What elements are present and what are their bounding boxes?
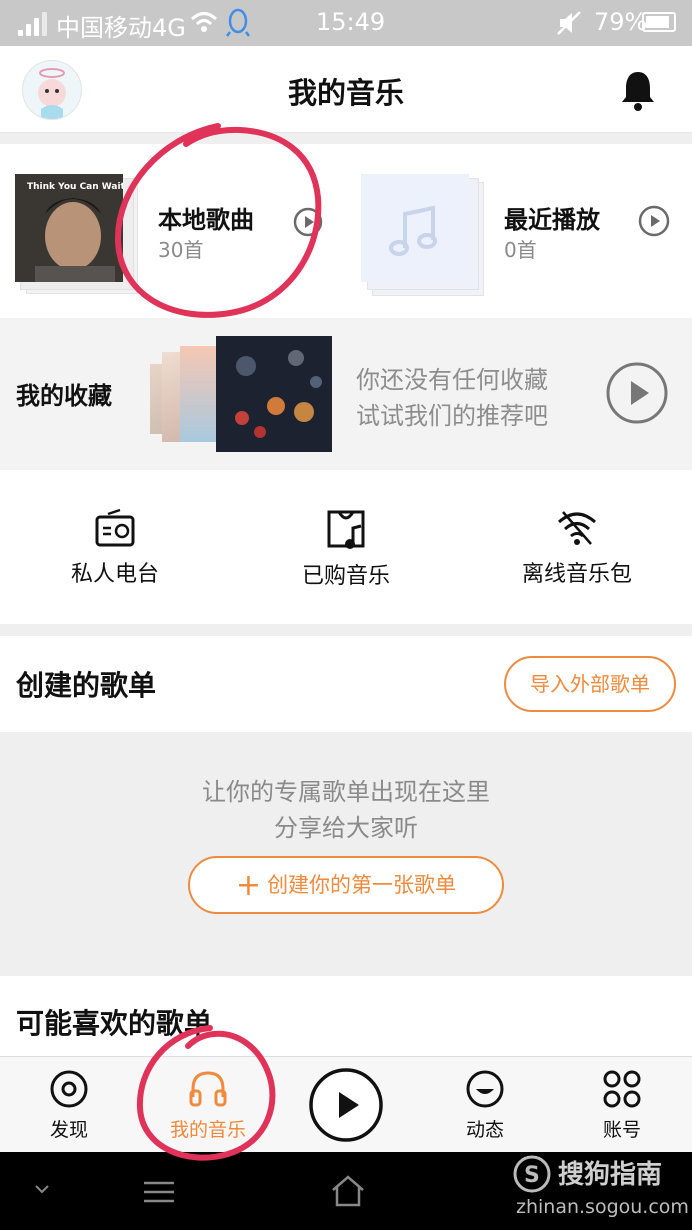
create-playlist-button[interactable]: + 创建你的第一张歌单 bbox=[188, 856, 504, 914]
clock: 15:49 bbox=[316, 8, 386, 36]
play-icon[interactable] bbox=[306, 1065, 386, 1145]
quick-action-label: 离线音乐包 bbox=[521, 562, 632, 587]
album-cover-text: Think You Can Wait bbox=[27, 182, 123, 192]
play-circle-icon[interactable] bbox=[637, 204, 671, 238]
album-cover: Think You Can Wait bbox=[15, 174, 123, 282]
empty-cover bbox=[361, 174, 469, 282]
quick-action-label: 已购音乐 bbox=[301, 564, 390, 589]
chevron-down-icon[interactable] bbox=[34, 1184, 50, 1196]
quick-action-radio[interactable]: 私人电台 bbox=[15, 508, 215, 588]
tab-label: 动态 bbox=[465, 1119, 504, 1141]
mute-icon bbox=[557, 11, 581, 35]
tab-my-music[interactable]: 我的音乐 bbox=[163, 1069, 253, 1142]
menu-icon[interactable] bbox=[142, 1180, 176, 1204]
signal-icon bbox=[18, 12, 48, 36]
local-songs-title: 本地歌曲 bbox=[158, 206, 254, 234]
favorites-card[interactable]: 我的收藏 你还没有任何收藏 试试我们的推荐吧 bbox=[0, 318, 692, 470]
recent-card[interactable]: 最近播放 0首 bbox=[346, 144, 692, 312]
carrier-label: 中国移动4G bbox=[56, 14, 186, 42]
recent-count: 0首 bbox=[504, 238, 537, 262]
bell-icon[interactable] bbox=[618, 68, 658, 112]
page-title: 我的音乐 bbox=[287, 76, 404, 110]
play-circle-icon[interactable] bbox=[604, 360, 670, 426]
purchased-music-icon bbox=[327, 510, 365, 549]
favorites-cover bbox=[216, 336, 332, 452]
import-playlist-button[interactable]: 导入外部歌单 bbox=[504, 656, 676, 712]
favorites-tip-1: 你还没有任何收藏 bbox=[356, 366, 548, 394]
svg-text:S: S bbox=[524, 1163, 540, 1188]
divider bbox=[0, 624, 692, 636]
local-songs-card[interactable]: Think You Can Wait 本地歌曲 30首 bbox=[0, 144, 346, 312]
watermark-name: 搜狗指南 bbox=[558, 1160, 663, 1190]
play-circle-icon[interactable] bbox=[292, 206, 324, 238]
feed-icon bbox=[466, 1070, 504, 1108]
status-bar: 中国移动4G 15:49 79% bbox=[0, 0, 692, 46]
watermark-url: zhinan.sogou.com bbox=[516, 1196, 689, 1218]
wifi-icon bbox=[190, 12, 218, 32]
offline-wifi-icon bbox=[558, 511, 596, 545]
empty-playlist-panel: 让你的专属歌单出现在这里 分享给大家听 + 创建你的第一张歌单 bbox=[0, 732, 692, 964]
tab-discover[interactable]: 发现 bbox=[24, 1069, 114, 1142]
tab-label: 我的音乐 bbox=[169, 1119, 246, 1141]
tab-account[interactable]: 账号 bbox=[577, 1069, 667, 1142]
empty-message-2: 分享给大家听 bbox=[274, 814, 418, 842]
local-songs-count: 30首 bbox=[158, 238, 204, 262]
music-note-icon bbox=[389, 205, 437, 256]
quick-action-label: 私人电台 bbox=[70, 562, 159, 587]
headphones-icon bbox=[189, 1071, 227, 1107]
empty-message-1: 让你的专属歌单出现在这里 bbox=[202, 778, 490, 806]
recent-title: 最近播放 bbox=[504, 206, 600, 234]
create-playlist-label: 创建你的第一张歌单 bbox=[267, 873, 457, 897]
divider bbox=[0, 133, 692, 144]
radio-icon bbox=[95, 508, 135, 547]
quick-action-purchased[interactable]: 已购音乐 bbox=[246, 508, 446, 590]
favorites-title: 我的收藏 bbox=[16, 382, 112, 410]
battery-icon bbox=[642, 12, 676, 32]
section-title-recommended: 可能喜欢的歌单 bbox=[16, 1007, 213, 1040]
plus-icon: + bbox=[235, 868, 262, 903]
qq-icon bbox=[226, 8, 250, 37]
tab-bar: 发现 我的音乐 动态 账号 bbox=[0, 1056, 692, 1153]
section-title-created: 创建的歌单 bbox=[16, 669, 157, 702]
tab-label: 账号 bbox=[602, 1119, 641, 1141]
grid-icon bbox=[603, 1070, 641, 1108]
system-nav-bar: S 搜狗指南 zhinan.sogou.com bbox=[0, 1152, 692, 1230]
tab-label: 发现 bbox=[49, 1119, 88, 1141]
battery-percent: 79% bbox=[594, 8, 648, 36]
discover-icon bbox=[50, 1070, 88, 1108]
watermark-logo: S bbox=[512, 1154, 552, 1198]
quick-action-offline[interactable]: 离线音乐包 bbox=[477, 508, 677, 588]
divider bbox=[0, 964, 692, 976]
favorites-tip-2: 试试我们的推荐吧 bbox=[356, 402, 548, 430]
sogou-logo-icon: S bbox=[513, 1155, 551, 1193]
tab-feed[interactable]: 动态 bbox=[440, 1069, 530, 1142]
header: 我的音乐 bbox=[0, 46, 692, 133]
home-icon[interactable] bbox=[330, 1174, 366, 1208]
